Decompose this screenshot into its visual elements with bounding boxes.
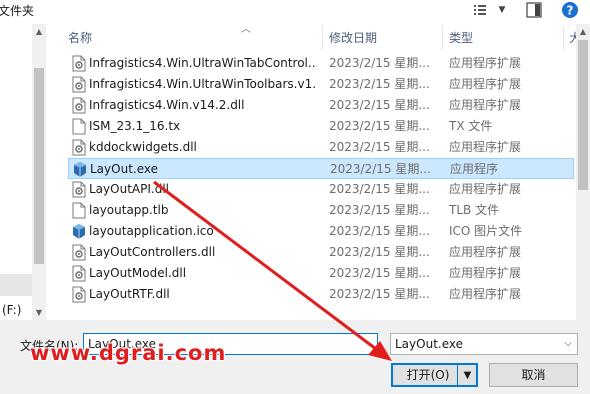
file-type: 应用程序扩展 [449, 266, 522, 280]
file-name[interactable]: Infragistics4.Win.UltraWinTabControl.... [89, 53, 317, 74]
dll-gear-icon [71, 97, 87, 114]
file-row[interactable]: LayOutControllers.dll 2023/2/15 星期... 应用程序… [68, 242, 574, 263]
dll-gear-icon [71, 139, 87, 156]
layout-app-icon [71, 223, 87, 240]
file-row[interactable]: LayOutRTF.dll 2023/2/15 星期... 应用程序扩展 [68, 284, 574, 305]
nav-selected-item[interactable] [0, 274, 32, 296]
view-options-icon[interactable] [472, 2, 488, 18]
file-name[interactable]: Infragistics4.Win.v14.2.dll [89, 95, 317, 116]
file-row[interactable]: Infragistics4.Win.v14.2.dll 2023/2/15 星期.… [68, 95, 574, 116]
column-header-type[interactable]: 类型 [449, 24, 473, 52]
file-date: 2023/2/15 星期... [329, 140, 430, 154]
view-dropdown-chevron-icon[interactable]: ▼ [496, 2, 508, 18]
list-scroll-up-icon[interactable]: ▲ [576, 24, 590, 38]
file-name[interactable]: LayOutControllers.dll [89, 242, 317, 263]
file-type: 应用程序扩展 [449, 245, 522, 259]
file-row[interactable]: kddockwidgets.dll 2023/2/15 星期... 应用程序扩展 [68, 137, 574, 158]
open-button-label[interactable]: 打开(O) [401, 365, 455, 385]
nav-drive-item[interactable]: (F:) [2, 303, 21, 317]
file-date: 2023/2/15 星期... [329, 287, 430, 301]
column-divider[interactable] [442, 26, 443, 50]
filter-value: LayOut.exe [395, 337, 463, 351]
file-row[interactable]: layoutapp.tlb 2023/2/15 星期... TLB 文件 [68, 200, 574, 221]
file-row[interactable]: LayOutAPI.dll 2023/2/15 星期... 应用程序扩展 [68, 179, 574, 200]
file-date: 2023/2/15 星期... [329, 224, 430, 238]
file-name[interactable]: LayOut.exe [90, 159, 318, 180]
blank-file-icon [71, 118, 87, 135]
file-type: TX 文件 [449, 119, 493, 133]
dll-gear-icon [71, 286, 87, 303]
file-date: 2023/2/15 星期... [329, 77, 430, 91]
file-name[interactable]: Infragistics4.Win.UltraWinToolbars.v1... [89, 74, 317, 95]
file-row[interactable]: ISM_23.1_16.tx 2023/2/15 星期... TX 文件 [68, 116, 574, 137]
file-name[interactable]: LayOutRTF.dll [89, 284, 317, 305]
file-row[interactable]: layoutapplication.ico 2023/2/15 星期... ICO … [68, 221, 574, 242]
file-type: 应用程序扩展 [449, 77, 522, 91]
sort-chevron-icon: ︿ [241, 24, 251, 35]
column-divider[interactable] [322, 26, 323, 50]
dll-gear-icon [71, 55, 87, 72]
file-row[interactable]: LayOut.exe 2023/2/15 星期... 应用程序 [68, 158, 574, 179]
file-type: 应用程序扩展 [449, 98, 522, 112]
file-name[interactable]: LayOutAPI.dll [89, 179, 317, 200]
file-date: 2023/2/15 星期... [329, 98, 430, 112]
file-type: ICO 图片文件 [449, 224, 523, 238]
open-options-chevron-icon[interactable]: ▼ [459, 365, 476, 385]
dll-gear-icon [71, 76, 87, 93]
open-button[interactable]: 打开(O) ▼ [391, 363, 478, 387]
file-type: 应用程序扩展 [449, 140, 522, 154]
file-date: 2023/2/15 星期... [329, 266, 430, 280]
file-name[interactable]: kddockwidgets.dll [89, 137, 317, 158]
blank-file-icon [71, 202, 87, 219]
file-name[interactable]: ISM_23.1_16.tx [89, 116, 317, 137]
file-date: 2023/2/15 星期... [330, 162, 431, 176]
preview-pane-icon[interactable] [525, 1, 543, 19]
chevron-down-icon[interactable]: ⌵ [564, 334, 572, 354]
list-scroll-thumb[interactable] [578, 40, 588, 190]
file-date: 2023/2/15 星期... [329, 182, 430, 196]
file-row[interactable]: Infragistics4.Win.UltraWinToolbars.v1...… [68, 74, 574, 95]
svg-text:?: ? [567, 4, 574, 18]
file-date: 2023/2/15 星期... [329, 245, 430, 259]
column-divider[interactable] [563, 26, 564, 50]
help-icon[interactable]: ? [560, 0, 580, 20]
dll-gear-icon [71, 244, 87, 261]
nav-scroll-down-icon[interactable]: ▼ [32, 305, 46, 319]
file-type: 应用程序扩展 [449, 182, 522, 196]
file-name[interactable]: layoutapp.tlb [89, 200, 317, 221]
file-date: 2023/2/15 星期... [329, 56, 430, 70]
file-type: TLB 文件 [449, 203, 500, 217]
column-header-date[interactable]: 修改日期 [329, 24, 377, 52]
file-name[interactable]: LayOutModel.dll [89, 263, 317, 284]
file-type-filter-select[interactable]: LayOut.exe ⌵ [390, 333, 578, 355]
dll-gear-icon [71, 265, 87, 282]
nav-scroll-thumb[interactable] [34, 68, 44, 264]
watermark: www.dgrai.com [30, 341, 227, 365]
file-date: 2023/2/15 星期... [329, 203, 430, 217]
address-toolbar: 文件夹 ▼ ? [0, 0, 590, 24]
column-header-name[interactable]: 名称 [68, 24, 92, 52]
layout-app-icon [72, 161, 88, 178]
cancel-button[interactable]: 取消 [489, 363, 578, 387]
file-row[interactable]: Infragistics4.Win.UltraWinTabControl....… [68, 53, 574, 74]
file-date: 2023/2/15 星期... [329, 119, 430, 133]
nav-scroll-up-icon[interactable]: ▲ [32, 24, 46, 38]
file-type: 应用程序扩展 [449, 56, 522, 70]
file-name[interactable]: layoutapplication.ico [89, 221, 317, 242]
file-list[interactable]: ︿ 名称 修改日期 类型 大 Infragistics4.Win.UltraWi… [46, 24, 590, 320]
file-type: 应用程序 [450, 162, 499, 176]
file-row[interactable]: LayOutModel.dll 2023/2/15 星期... 应用程序扩展 [68, 263, 574, 284]
column-header-row: ︿ 名称 修改日期 类型 大 [46, 24, 590, 52]
file-open-dialog: 文件夹 ▼ ? (F:) ▲ ▼ ︿ 名称 修改日期 类型 大 Infragis… [0, 0, 590, 394]
file-type: 应用程序扩展 [449, 287, 522, 301]
split-divider [457, 365, 458, 385]
dll-gear-icon [71, 181, 87, 198]
breadcrumb[interactable]: 文件夹 [0, 2, 34, 19]
